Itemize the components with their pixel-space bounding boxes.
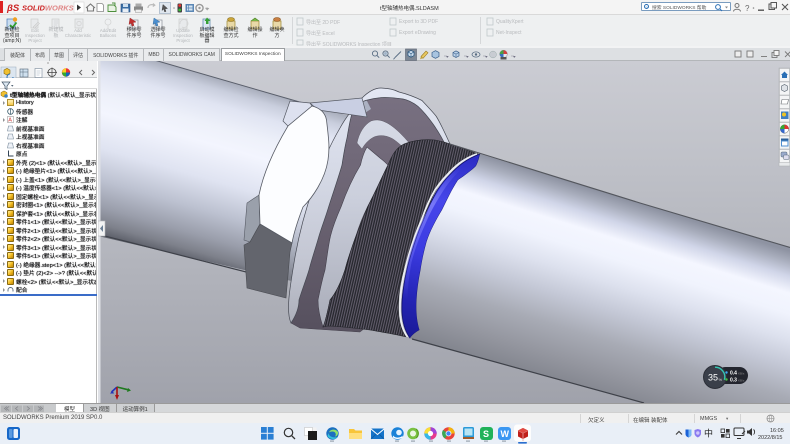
svg-text:16:05: 16:05 xyxy=(770,428,784,434)
svg-text:?: ? xyxy=(745,4,750,13)
svg-text:S: S xyxy=(483,429,489,439)
svg-text:35: 35 xyxy=(708,373,718,383)
svg-text:KB/s: KB/s xyxy=(738,372,745,376)
svg-text:0.4: 0.4 xyxy=(730,371,737,377)
svg-text:SOLIDWORKS: SOLIDWORKS xyxy=(22,4,74,13)
svg-text:中: 中 xyxy=(704,428,713,439)
svg-text:βS: βS xyxy=(6,3,20,14)
svg-text:W: W xyxy=(501,429,510,439)
svg-text:0.3: 0.3 xyxy=(730,378,737,384)
svg-text:KB/s: KB/s xyxy=(738,379,745,383)
svg-text:A: A xyxy=(8,118,12,124)
svg-text:%: % xyxy=(719,377,723,382)
svg-text:2022/8/15: 2022/8/15 xyxy=(758,435,782,441)
